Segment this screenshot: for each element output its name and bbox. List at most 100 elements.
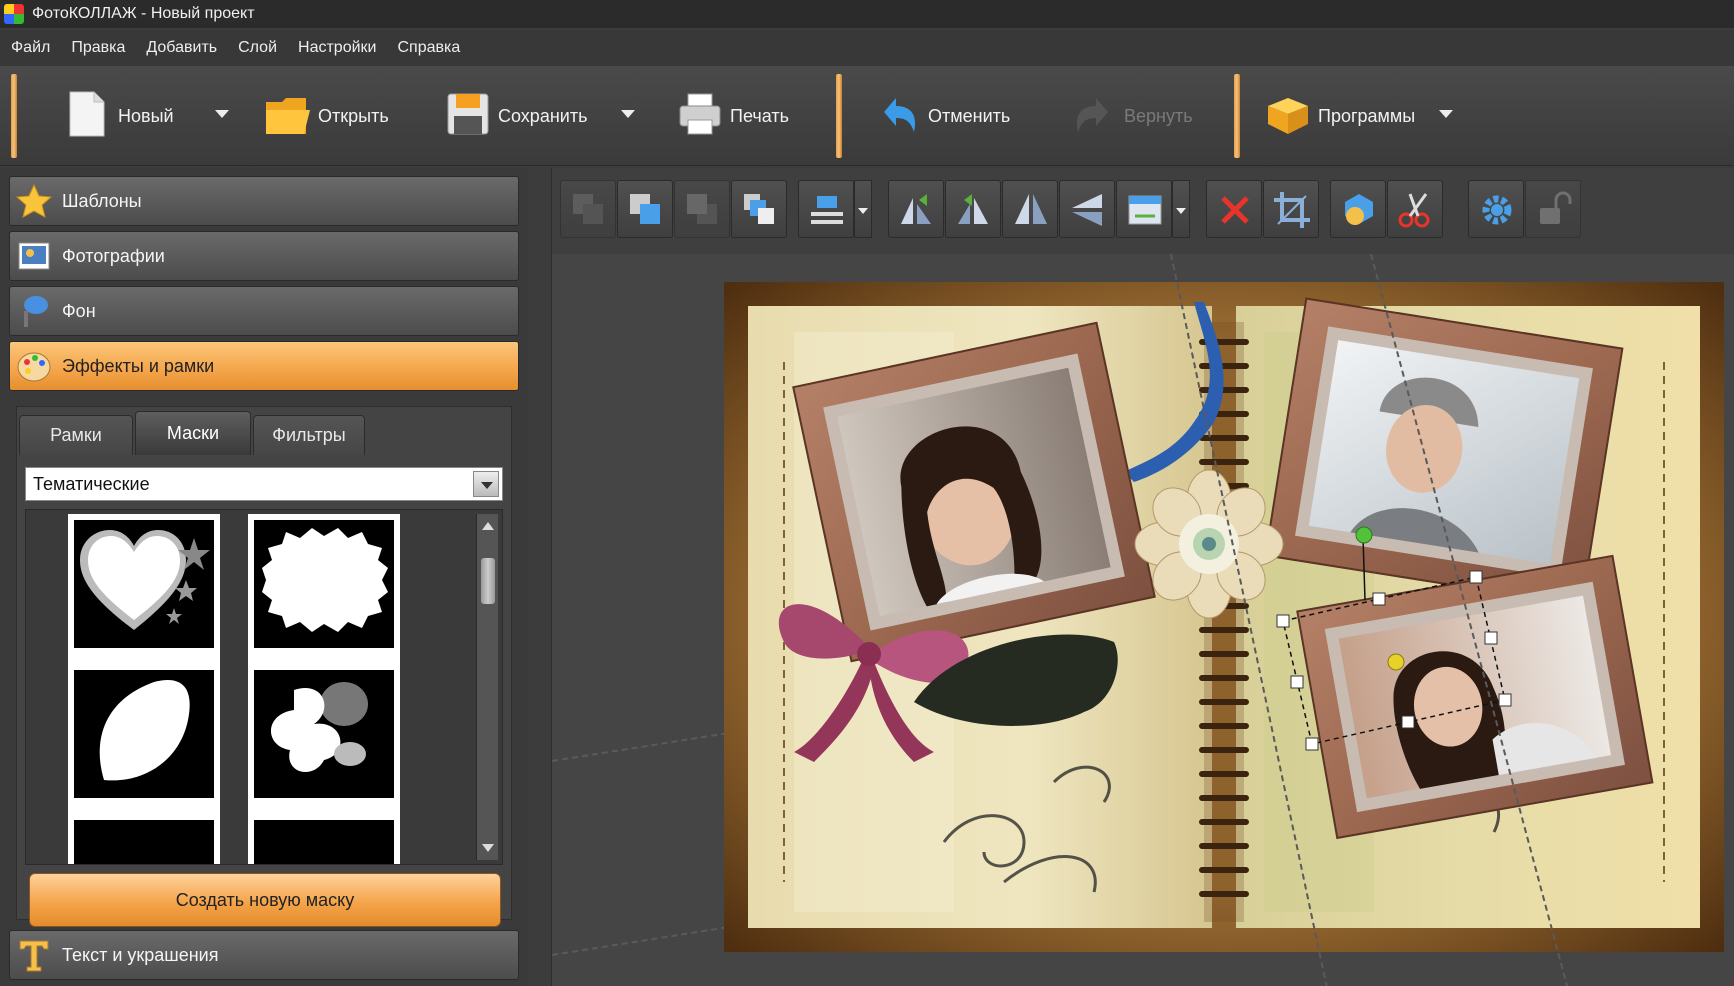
new-button-label: Новый [118,105,174,126]
photo-icon [16,238,52,274]
section-photos[interactable]: Фотографии [9,231,519,281]
flip-horizontal-button[interactable] [1002,180,1058,238]
bring-forward-button[interactable] [617,180,673,238]
flip-vertical-button[interactable] [1059,180,1115,238]
new-button[interactable]: Новый [64,80,174,152]
delete-button[interactable] [1206,180,1262,238]
resize-handle[interactable] [1498,693,1512,707]
save-dropdown-arrow[interactable] [621,110,635,118]
tab-masks[interactable]: Маски [135,411,251,455]
workspace [551,168,1734,986]
section-background[interactable]: Фон [9,286,519,336]
open-button[interactable]: Открыть [264,80,389,152]
send-backward-button[interactable] [674,180,730,238]
scroll-up-icon[interactable] [482,522,494,530]
shapes-icon [1345,194,1373,225]
paint-roller-icon [16,293,52,329]
save-button[interactable]: Сохранить [444,80,587,152]
mask-gallery-scrollbar[interactable] [476,514,498,860]
mask-category-select[interactable]: Тематические [25,467,503,501]
jagged-oval-mask-icon [262,528,388,632]
resize-handle[interactable] [1290,675,1304,689]
print-button[interactable]: Печать [676,80,789,152]
resize-handle[interactable] [1305,737,1319,751]
section-photos-label: Фотографии [62,245,165,266]
star-icon [15,183,53,219]
new-dropdown-arrow[interactable] [215,110,229,118]
rotate-left-button[interactable] [888,180,944,238]
align-dropdown[interactable] [854,180,872,238]
chevron-down-icon[interactable] [473,471,499,497]
section-effects-frames[interactable]: Эффекты и рамки [9,341,519,391]
fit-to-page-button[interactable] [1116,180,1172,238]
programs-dropdown-arrow[interactable] [1439,110,1453,118]
send-to-back-button[interactable] [560,180,616,238]
bring-to-front-icon [744,194,774,224]
print-button-label: Печать [730,105,789,126]
mask-partial[interactable] [68,814,220,864]
section-text-label: Текст и украшения [62,944,219,965]
undo-button-label: Отменить [928,105,1011,126]
collage-canvas[interactable] [724,282,1724,952]
section-background-label: Фон [62,300,96,321]
undo-button[interactable]: Отменить [874,80,1010,152]
photo-frame-2[interactable] [1264,297,1624,607]
section-text-decorations[interactable]: Текст и украшения [9,930,519,980]
resize-handle[interactable] [1401,715,1415,729]
shapes-button[interactable] [1330,180,1386,238]
resize-handle[interactable] [1469,570,1483,584]
lock-button[interactable] [1525,180,1581,238]
cutout-button[interactable] [1387,180,1443,238]
fit-dropdown[interactable] [1172,180,1190,238]
menu-edit[interactable]: Правка [71,39,125,57]
undo-arrow-icon [874,90,922,142]
menu-file[interactable]: Файл [11,39,50,57]
menu-settings[interactable]: Настройки [298,39,376,57]
menu-add[interactable]: Добавить [146,39,217,57]
redo-button[interactable]: Вернуть [1070,80,1193,152]
menu-layer[interactable]: Слой [238,39,277,57]
mask-partial[interactable] [248,814,400,864]
align-button[interactable] [798,180,854,238]
redo-button-label: Вернуть [1124,105,1193,126]
gear-icon [1482,195,1512,225]
create-mask-button[interactable]: Создать новую маску [29,873,501,927]
box-icon [1264,90,1312,142]
rotate-right-button[interactable] [945,180,1001,238]
scroll-thumb[interactable] [481,558,495,604]
resize-handle[interactable] [1372,592,1386,606]
mask-heart-stars[interactable] [68,514,220,666]
bring-forward-icon [630,194,660,224]
text-t-icon [16,937,52,973]
menu-help[interactable]: Справка [397,39,460,57]
scroll-down-icon[interactable] [482,844,494,852]
mask-category-value: Тематические [33,473,150,494]
tab-filters[interactable]: Фильтры [253,415,365,455]
pivot-handle[interactable] [1387,653,1405,671]
section-effects-label: Эффекты и рамки [62,355,215,376]
mask-jagged-oval[interactable] [248,514,400,666]
palette-icon [16,348,52,384]
title-bar: ФотоКОЛЛАЖ - Новый проект [0,0,1734,28]
rotate-left-icon [901,194,931,224]
resize-handle[interactable] [1484,631,1498,645]
main-toolbar: Новый Открыть Сохранить Печать Отменить … [0,66,1734,166]
mask-floral[interactable] [248,664,400,816]
mask-gallery [25,509,503,865]
mask-leaf[interactable] [68,664,220,816]
canvas-area[interactable] [552,254,1734,986]
app-icon [4,4,24,24]
flip-horizontal-icon [1015,194,1047,224]
section-templates[interactable]: Шаблоны [9,176,519,226]
left-panel: Шаблоны Фотографии Фон Эффекты и рамки Р… [0,168,528,986]
crop-button[interactable] [1263,180,1319,238]
rotate-handle[interactable] [1355,526,1373,544]
floppy-disk-icon [444,90,492,142]
bring-to-front-button[interactable] [731,180,787,238]
toolbar-separator [1234,74,1240,158]
new-document-icon [64,90,112,142]
programs-button[interactable]: Программы [1264,80,1415,152]
resize-handle[interactable] [1276,614,1290,628]
tab-frames[interactable]: Рамки [19,415,133,455]
properties-button[interactable] [1468,180,1524,238]
